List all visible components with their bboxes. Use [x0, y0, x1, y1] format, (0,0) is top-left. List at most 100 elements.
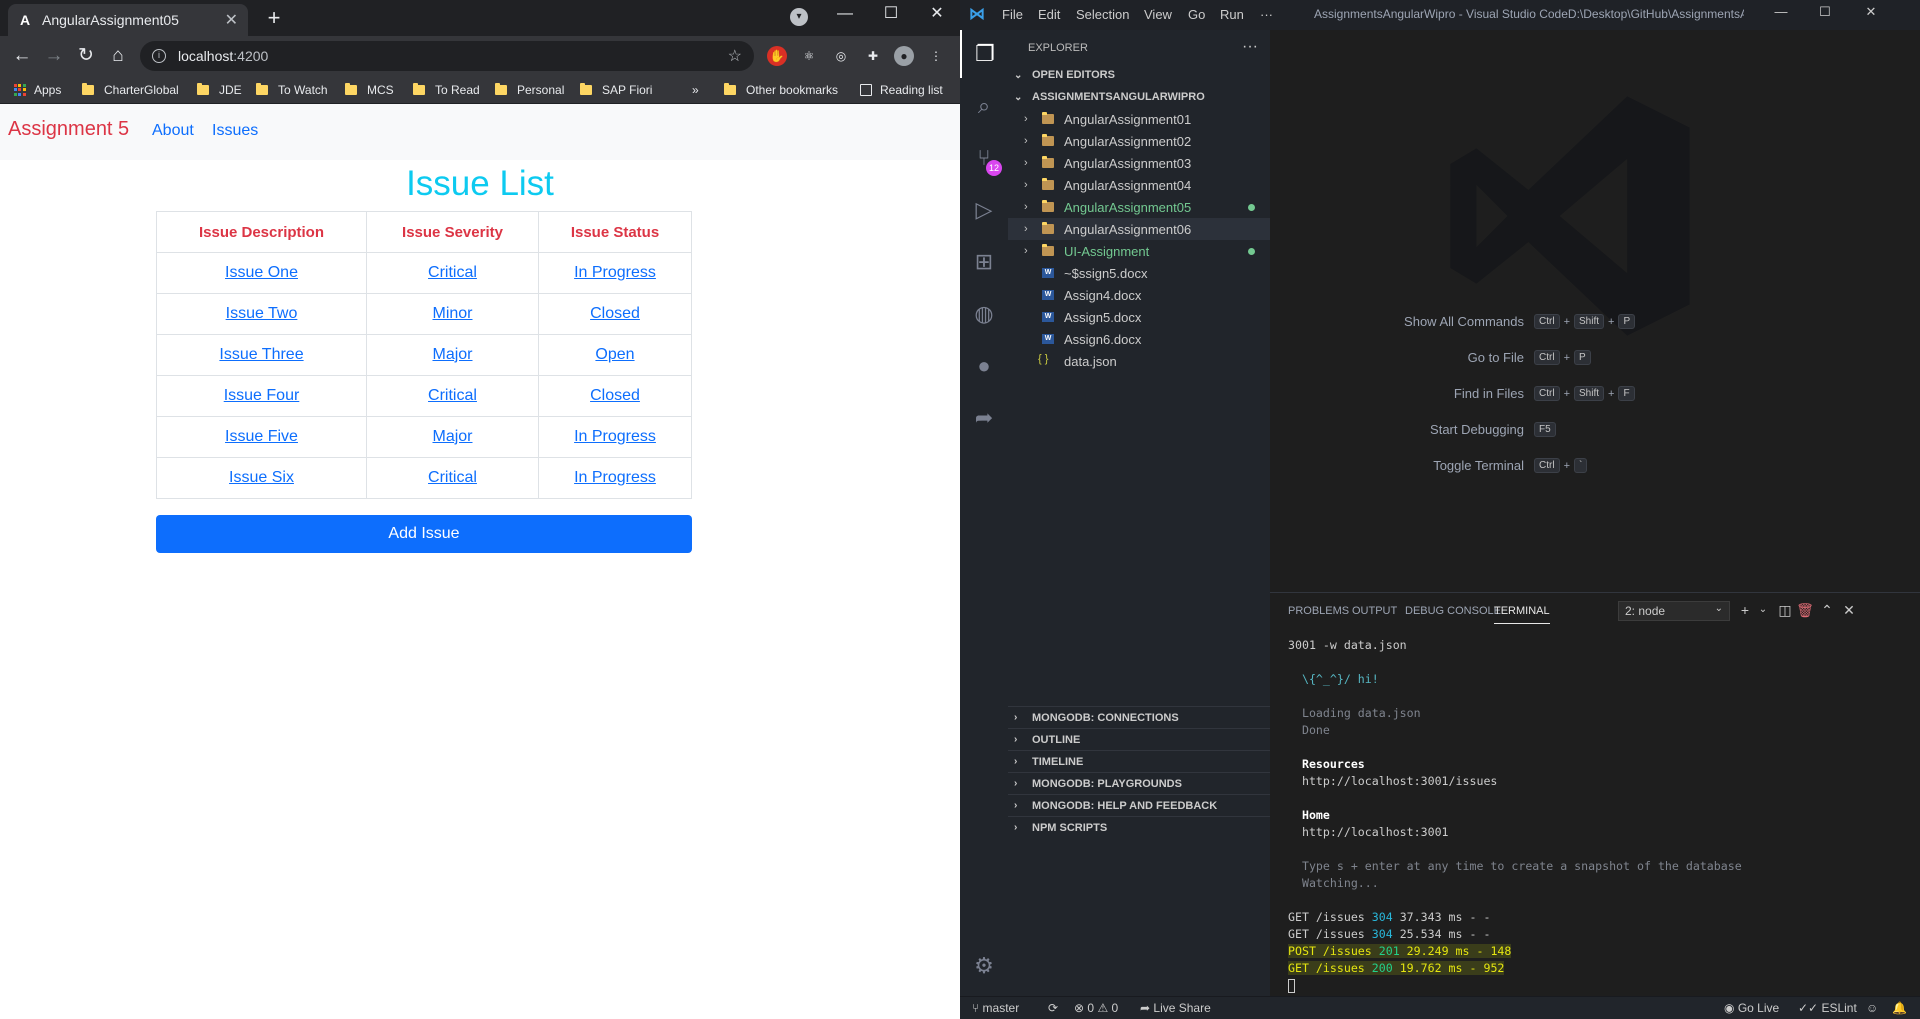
split-terminal-icon[interactable]: ◫	[1776, 601, 1794, 619]
issue-status-link[interactable]: Open	[595, 346, 634, 363]
folder-item[interactable]: › UI-Assignment	[1008, 240, 1270, 262]
terminal-output[interactable]: 3001 -w data.json \{^_^}/ hi! Loading da…	[1288, 637, 1908, 994]
issue-severity-link[interactable]: Major	[432, 346, 472, 363]
menu-file[interactable]: File	[1002, 7, 1023, 22]
problems-indicator[interactable]: ⊗ 0 ⚠ 0	[1074, 1001, 1118, 1015]
timeline-section[interactable]: › TIMELINE	[1008, 750, 1270, 772]
issue-severity-link[interactable]: Major	[432, 428, 472, 445]
bookmark-folder[interactable]: Personal	[495, 80, 564, 100]
eslint-status[interactable]: ✓✓ ESLint	[1798, 1001, 1857, 1015]
home-icon[interactable]: ⌂	[104, 42, 132, 70]
new-tab-button[interactable]: +	[262, 6, 286, 30]
kill-terminal-icon[interactable]: 🗑	[1796, 601, 1814, 619]
chevron-down-icon[interactable]: ⌄	[1754, 601, 1772, 619]
adblock-extension-icon[interactable]: ✋	[767, 46, 787, 66]
issue-description-link[interactable]: Issue One	[225, 264, 298, 281]
folder-item[interactable]: › AngularAssignment05	[1008, 196, 1270, 218]
bookmark-folder[interactable]: To Read	[413, 80, 480, 100]
run-debug-icon[interactable]: ▷	[960, 186, 1008, 234]
welcome-command[interactable]: Toggle Terminal Ctrl + `	[1270, 458, 1920, 478]
issue-description-link[interactable]: Issue Four	[224, 387, 300, 404]
other-bookmarks[interactable]: Other bookmarks	[724, 80, 838, 100]
folder-item[interactable]: › AngularAssignment06	[1008, 218, 1270, 240]
welcome-command[interactable]: Find in Files Ctrl + Shift + F	[1270, 386, 1920, 406]
issue-status-link[interactable]: In Progress	[574, 469, 656, 486]
issue-description-link[interactable]: Issue Two	[226, 305, 298, 322]
bookmark-folder[interactable]: To Watch	[256, 80, 328, 100]
npm-scripts-section[interactable]: › NPM SCRIPTS	[1008, 816, 1270, 838]
go-live-status[interactable]: ◉ Go Live	[1724, 1001, 1779, 1015]
source-control-icon[interactable]: ⑂ 12	[960, 134, 1008, 182]
tab-problems[interactable]: PROBLEMS	[1288, 605, 1349, 617]
issue-status-link[interactable]: Closed	[590, 305, 640, 322]
profile-avatar[interactable]: ●	[894, 46, 914, 66]
file-item[interactable]: { } data.json	[1008, 350, 1270, 372]
file-item[interactable]: W Assign4.docx	[1008, 284, 1270, 306]
info-icon[interactable]: i	[152, 49, 166, 63]
maximize-panel-icon[interactable]: ⌃	[1818, 601, 1836, 619]
mongodb-connections-section[interactable]: › MONGODB: CONNECTIONS	[1008, 706, 1270, 728]
issue-status-link[interactable]: In Progress	[574, 428, 656, 445]
github-icon[interactable]: ●	[960, 342, 1008, 390]
menu-run[interactable]: Run	[1220, 7, 1244, 22]
file-item[interactable]: W ~$ssign5.docx	[1008, 262, 1270, 284]
file-item[interactable]: W Assign5.docx	[1008, 306, 1270, 328]
react-devtools-icon[interactable]: ⚛	[799, 46, 819, 66]
bookmark-folder[interactable]: CharterGlobal	[82, 80, 179, 100]
welcome-command[interactable]: Start Debugging F5	[1270, 422, 1920, 442]
live-share-status[interactable]: ➦ Live Share	[1140, 1001, 1211, 1015]
close-tab-icon[interactable]: ✕	[225, 10, 238, 30]
notifications-bell-icon[interactable]: 🔔	[1892, 1001, 1907, 1015]
menu-go[interactable]: Go	[1188, 7, 1205, 22]
issue-severity-link[interactable]: Minor	[432, 305, 472, 322]
nav-link-issues[interactable]: Issues	[212, 122, 258, 140]
bookmark-folder[interactable]: JDE	[197, 80, 242, 100]
feedback-icon[interactable]: ☺	[1866, 1001, 1878, 1015]
extension-target-icon[interactable]: ◎	[831, 46, 851, 66]
close-window-icon[interactable]: ✕	[914, 0, 960, 30]
issue-severity-link[interactable]: Critical	[428, 387, 477, 404]
terminal-select[interactable]: 2: node ⌄	[1618, 601, 1730, 621]
more-bookmarks-chevron[interactable]: »	[692, 80, 699, 100]
welcome-command[interactable]: Go to File Ctrl + P	[1270, 350, 1920, 370]
close-panel-icon[interactable]: ✕	[1840, 601, 1858, 619]
new-terminal-icon[interactable]: +	[1736, 601, 1754, 619]
tab-terminal[interactable]: TERMINAL	[1494, 605, 1550, 624]
forward-icon[interactable]: →	[40, 42, 68, 70]
reload-icon[interactable]: ↻	[72, 42, 100, 70]
tab-output[interactable]: OUTPUT	[1352, 605, 1397, 617]
mongodb-playgrounds-section[interactable]: › MONGODB: PLAYGROUNDS	[1008, 772, 1270, 794]
open-editors-section[interactable]: ⌄ OPEN EDITORS	[1008, 64, 1270, 86]
navbar-brand[interactable]: Assignment 5	[8, 118, 129, 141]
menu-edit[interactable]: Edit	[1038, 7, 1060, 22]
folder-item[interactable]: › AngularAssignment01	[1008, 108, 1270, 130]
maximize-icon[interactable]: ☐	[1810, 4, 1840, 26]
issue-description-link[interactable]: Issue Six	[229, 469, 294, 486]
welcome-command[interactable]: Show All Commands Ctrl + Shift + P	[1270, 314, 1920, 334]
minimize-icon[interactable]: —	[1766, 4, 1796, 26]
bookmark-folder[interactable]: SAP Fiori	[580, 80, 652, 100]
git-branch[interactable]: ⑂ master	[972, 1001, 1019, 1015]
nav-link-about[interactable]: About	[152, 122, 194, 140]
issue-description-link[interactable]: Issue Three	[219, 346, 303, 363]
issue-severity-link[interactable]: Critical	[428, 469, 477, 486]
minimize-icon[interactable]: —	[822, 0, 868, 30]
extensions-icon[interactable]: ⊞	[960, 238, 1008, 286]
folder-item[interactable]: › AngularAssignment04	[1008, 174, 1270, 196]
more-actions-icon[interactable]: ···	[1242, 38, 1258, 56]
issue-severity-link[interactable]: Critical	[428, 264, 477, 281]
live-share-icon[interactable]: ➦	[960, 394, 1008, 442]
chrome-menu-icon[interactable]: ⋮	[926, 46, 946, 66]
sync-icon[interactable]: ⟳	[1048, 1001, 1058, 1015]
gitlens-icon[interactable]: ◍	[960, 290, 1008, 338]
menu-view[interactable]: View	[1144, 7, 1172, 22]
issue-description-link[interactable]: Issue Five	[225, 428, 298, 445]
issue-status-link[interactable]: Closed	[590, 387, 640, 404]
address-bar[interactable]: i localhost:4200 ☆	[140, 41, 754, 71]
search-icon[interactable]: ⌕	[960, 82, 1008, 130]
tab-debug-console[interactable]: DEBUG CONSOLE	[1405, 605, 1501, 617]
explorer-icon[interactable]: ❐	[960, 30, 1008, 78]
close-window-icon[interactable]: ✕	[1856, 4, 1886, 26]
settings-gear-icon[interactable]: ⚙	[960, 942, 1008, 990]
bookmark-star-icon[interactable]: ☆	[728, 46, 742, 66]
